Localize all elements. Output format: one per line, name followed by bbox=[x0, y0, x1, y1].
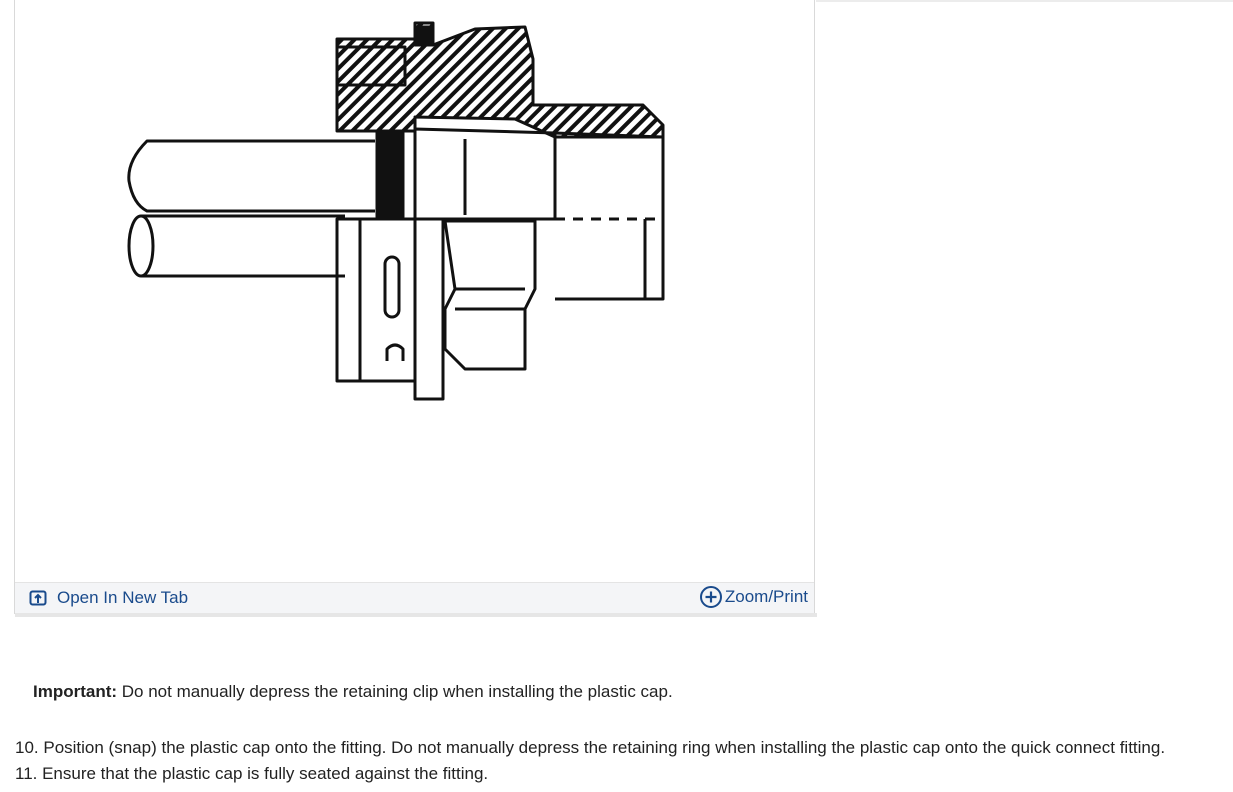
important-note: Important: Do not manually depress the r… bbox=[33, 682, 673, 702]
open-in-new-tab-label: Open In New Tab bbox=[57, 588, 189, 607]
zoom-print-link[interactable]: Zoom/Print bbox=[699, 585, 808, 609]
step-11: 11. Ensure that the plastic cap is fully… bbox=[15, 764, 489, 783]
open-in-new-tab-link[interactable]: Open In New Tab bbox=[29, 587, 188, 609]
zoom-print-label: Zoom/Print bbox=[724, 587, 808, 606]
quick-connect-fitting-illustration bbox=[127, 21, 665, 401]
important-label: Important: bbox=[33, 682, 118, 701]
zoom-plus-icon bbox=[699, 586, 722, 608]
procedure-steps: 10. Position (snap) the plastic cap onto… bbox=[15, 735, 1165, 787]
figure-shadow bbox=[15, 613, 817, 617]
step-10: 10. Position (snap) the plastic cap onto… bbox=[15, 738, 1166, 757]
figure-toolbar: Open In New Tab Zoom/Print bbox=[15, 582, 814, 613]
top-divider bbox=[816, 0, 1233, 2]
figure-frame bbox=[14, 0, 815, 614]
open-in-new-tab-icon bbox=[29, 590, 47, 606]
important-text: Do not manually depress the retaining cl… bbox=[117, 682, 673, 701]
